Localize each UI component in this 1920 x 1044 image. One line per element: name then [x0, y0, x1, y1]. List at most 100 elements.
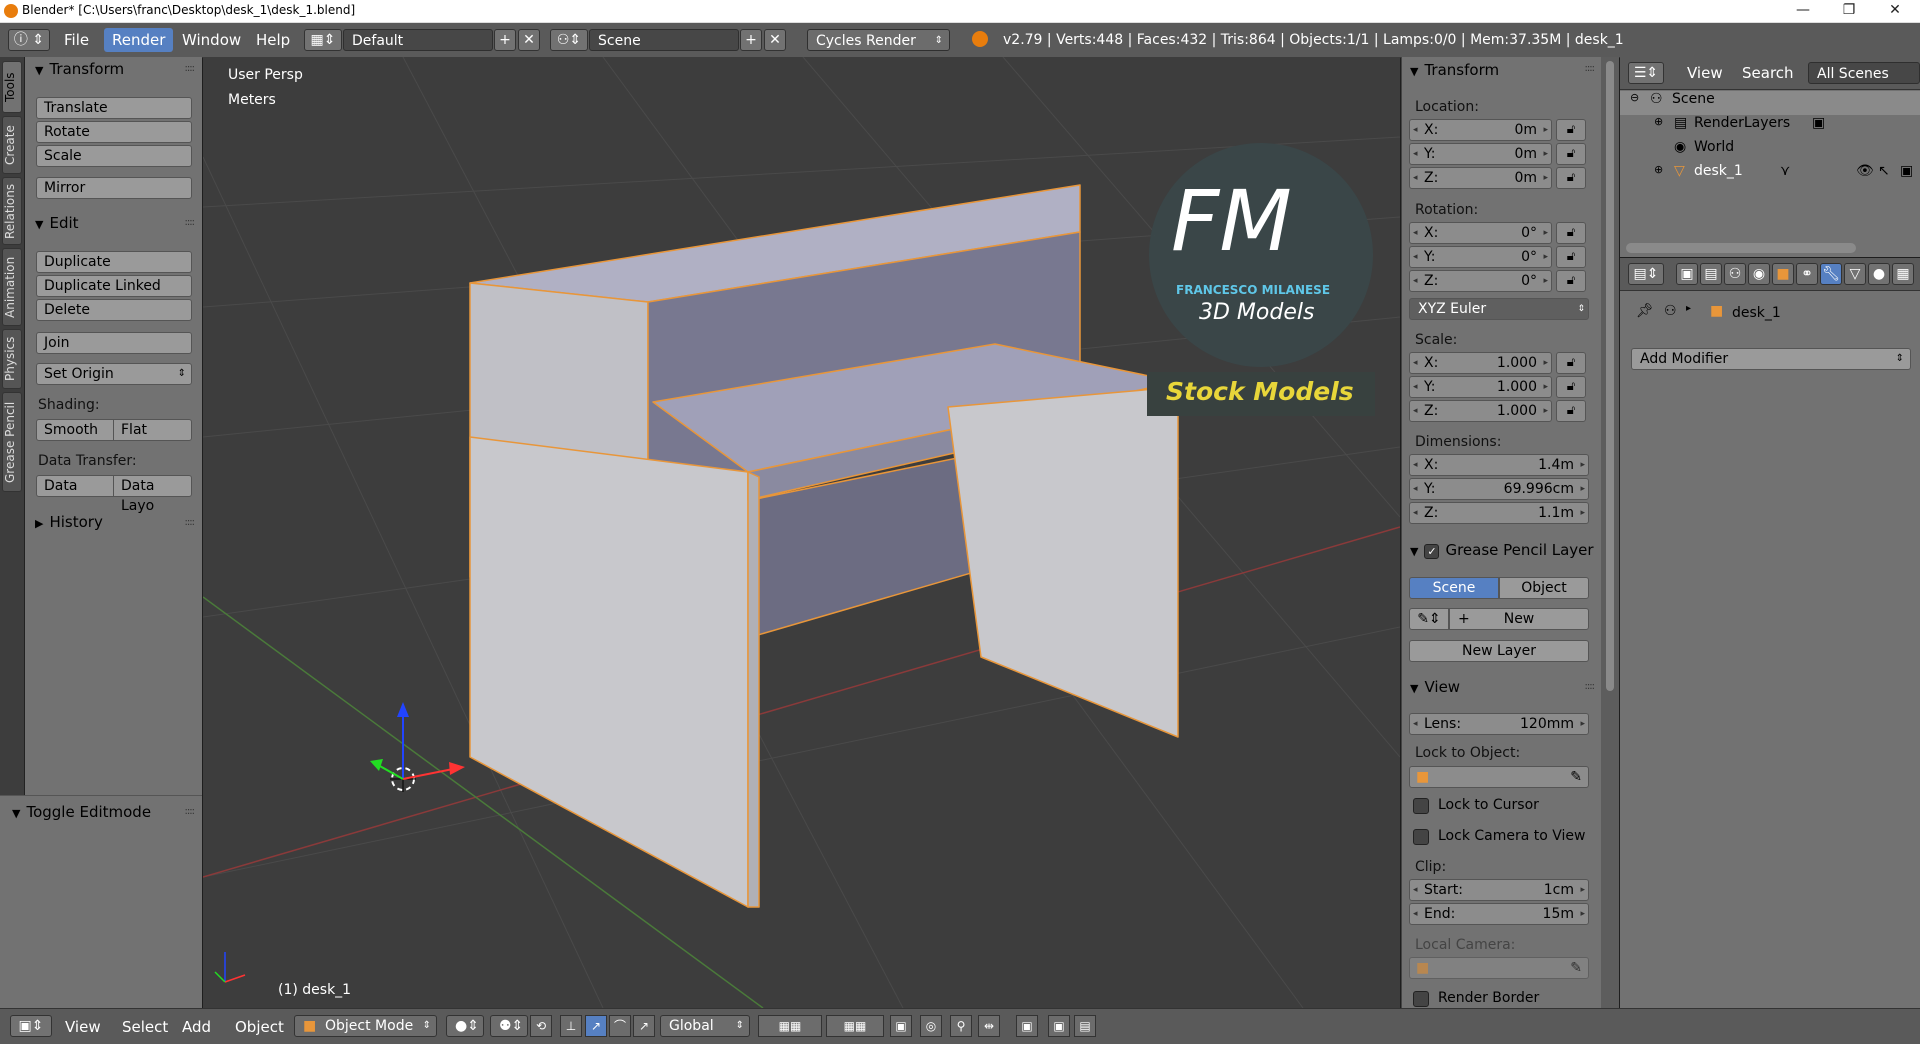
grip-icon[interactable]: ::::: [185, 63, 196, 74]
set-origin-select[interactable]: Set Origin ⇕: [36, 363, 192, 385]
lock-camera-checkbox[interactable]: [1413, 829, 1429, 845]
transform-orientation-select[interactable]: Global ⇕: [660, 1015, 750, 1037]
scene-add-icon[interactable]: +: [740, 29, 762, 51]
proportional-edit-icon[interactable]: ◎: [920, 1015, 942, 1037]
axis-icon[interactable]: ⊥: [560, 1015, 582, 1037]
panel-edit-header[interactable]: ▼ Edit: [35, 214, 79, 232]
data-layout-button[interactable]: Data Layo: [113, 475, 192, 514]
rotate-button[interactable]: Rotate: [36, 121, 192, 143]
properties-editor-type-icon[interactable]: ▤⇕: [1628, 263, 1664, 285]
scene-remove-icon[interactable]: ✕: [764, 29, 786, 51]
outliner-row-world[interactable]: ◉ World: [1620, 139, 1920, 163]
outliner-row-scene[interactable]: ⊖ ⚇ Scene: [1620, 91, 1920, 115]
menu-add[interactable]: Add: [182, 1018, 211, 1036]
rotation-mode-select[interactable]: XYZ Euler ⇕: [1409, 298, 1589, 320]
duplicate-linked-button[interactable]: Duplicate Linked: [36, 275, 192, 297]
manipulator-toggle-icon[interactable]: ⟲: [530, 1015, 552, 1037]
rotation-y-field[interactable]: ◂ Y: 0° ▸: [1409, 246, 1552, 268]
grease-object-button[interactable]: Object: [1499, 577, 1589, 599]
lock-icon[interactable]: 🔓︎: [1556, 352, 1586, 374]
object-tab-icon[interactable]: ■: [1772, 263, 1794, 285]
world-tab-icon[interactable]: ◉: [1748, 263, 1770, 285]
scene-browse-icon[interactable]: ⚇⇕: [550, 29, 588, 51]
lock-object-field[interactable]: ■ ✎: [1409, 766, 1589, 788]
lock-icon[interactable]: 🔓︎: [1556, 270, 1586, 292]
opengl-render-icon[interactable]: ▣: [1016, 1015, 1038, 1037]
menu-object[interactable]: Object: [235, 1018, 284, 1036]
opengl-render-animation-icon[interactable]: ▣: [1048, 1015, 1070, 1037]
outliner-menu-view[interactable]: View: [1687, 64, 1723, 82]
grease-scene-button[interactable]: Scene: [1409, 577, 1499, 599]
outliner-scrollbar[interactable]: [1626, 243, 1856, 253]
new-layer-button[interactable]: New Layer: [1409, 640, 1589, 662]
menu-file[interactable]: File: [64, 31, 89, 49]
transform-manipulator-icon[interactable]: [370, 702, 465, 780]
modifiers-tab-icon[interactable]: 🔧︎: [1820, 263, 1842, 285]
material-tab-icon[interactable]: ●: [1868, 263, 1890, 285]
outliner-editor-type-icon[interactable]: ☰⇕: [1628, 62, 1664, 84]
grip-icon[interactable]: ::::: [185, 806, 196, 817]
menu-select[interactable]: Select: [122, 1018, 168, 1036]
panel-toggle-editmode-header[interactable]: ▼ Toggle Editmode: [12, 803, 151, 821]
lock-cursor-checkbox[interactable]: [1413, 798, 1429, 814]
snap-icon[interactable]: ⚲: [950, 1015, 972, 1037]
render-tab-icon[interactable]: ▣: [1676, 263, 1698, 285]
join-button[interactable]: Join: [36, 332, 192, 354]
render-border-checkbox[interactable]: [1413, 991, 1429, 1007]
smooth-button[interactable]: Smooth: [36, 419, 114, 441]
lock-icon[interactable]: 🔓︎: [1556, 167, 1586, 189]
layers-grid-2-icon[interactable]: ▦▦: [826, 1015, 884, 1037]
layers-grid-1-icon[interactable]: ▦▦: [758, 1015, 822, 1037]
translate-button[interactable]: Translate: [36, 97, 192, 119]
layer-lock-icon[interactable]: ▣: [890, 1015, 912, 1037]
location-y-field[interactable]: ◂ Y: 0m ▸: [1409, 143, 1552, 165]
lock-icon[interactable]: 🔓︎: [1556, 400, 1586, 422]
tab-create[interactable]: Create: [2, 116, 22, 174]
panel-transform-header[interactable]: ▼ Transform: [1410, 61, 1499, 79]
grip-icon[interactable]: ::::: [185, 517, 196, 528]
scene-name-field[interactable]: Scene: [589, 29, 739, 51]
outliner-row-renderlayers[interactable]: ⊕ ▤ RenderLayers ▣: [1620, 115, 1920, 139]
delete-button[interactable]: Delete: [36, 299, 192, 321]
clip-start-field[interactable]: ◂ Start: 1cm ▸: [1409, 879, 1589, 901]
rotation-x-field[interactable]: ◂ X: 0° ▸: [1409, 222, 1552, 244]
scale-y-field[interactable]: ◂ Y: 1.000 ▸: [1409, 376, 1552, 398]
outliner-menu-search[interactable]: Search: [1742, 64, 1794, 82]
mirror-button[interactable]: Mirror: [36, 177, 192, 199]
tab-physics[interactable]: Physics: [2, 329, 22, 389]
layout-add-icon[interactable]: +: [494, 29, 516, 51]
tab-tools[interactable]: Tools: [2, 61, 22, 113]
outliner-display-mode-select[interactable]: All Scenes: [1808, 62, 1920, 84]
scale-button[interactable]: Scale: [36, 145, 192, 167]
render-engine-select[interactable]: Cycles Render ⇕: [807, 29, 950, 51]
scale-manipulator-icon[interactable]: ↗: [633, 1015, 655, 1037]
close-button[interactable]: ✕: [1872, 0, 1918, 22]
location-x-field[interactable]: ◂ X: 0m ▸: [1409, 119, 1552, 141]
rotation-z-field[interactable]: ◂ Z: 0° ▸: [1409, 270, 1552, 292]
add-modifier-select[interactable]: Add Modifier ⇕: [1631, 348, 1911, 370]
dimension-z-field[interactable]: ◂ Z: 1.1m ▸: [1409, 502, 1589, 524]
3d-viewport[interactable]: User Persp Meters (1) desk_1 FM FRANCESC…: [203, 57, 1400, 1008]
tab-grease-pencil[interactable]: Grease Pencil: [2, 392, 22, 492]
snap-element-icon[interactable]: ⇹: [978, 1015, 1000, 1037]
checkbox-checked-icon[interactable]: ✓: [1424, 544, 1440, 559]
grease-new-button[interactable]: + New: [1449, 608, 1589, 630]
editor-type-info-icon[interactable]: ⓘ ⇕: [8, 29, 50, 51]
panel-transform-header[interactable]: ▼ Transform: [35, 60, 124, 78]
properties-shelf-scrollbar[interactable]: [1601, 57, 1619, 1008]
scale-x-field[interactable]: ◂ X: 1.000 ▸: [1409, 352, 1552, 374]
lens-field[interactable]: ◂ Lens: 120mm ▸: [1409, 713, 1589, 735]
layout-browse-icon[interactable]: ▦⇕: [304, 29, 342, 51]
lock-icon[interactable]: 🔓︎: [1556, 119, 1586, 141]
view3d-editor-type-icon[interactable]: ▣⇕: [10, 1015, 52, 1037]
panel-grease-pencil-header[interactable]: ▼ ✓ Grease Pencil Layer: [1410, 541, 1594, 559]
scene-tab-icon[interactable]: ⚇: [1724, 263, 1746, 285]
lock-icon[interactable]: 🔓︎: [1556, 376, 1586, 398]
maximize-button[interactable]: ❐: [1826, 0, 1872, 22]
menu-render[interactable]: Render: [104, 28, 174, 52]
grip-icon[interactable]: ::::: [1585, 63, 1596, 74]
translate-manipulator-icon[interactable]: ↗: [585, 1015, 607, 1037]
grip-icon[interactable]: ::::: [185, 217, 196, 228]
desk-object[interactable]: [469, 184, 1179, 908]
clip-end-field[interactable]: ◂ End: 15m ▸: [1409, 903, 1589, 925]
